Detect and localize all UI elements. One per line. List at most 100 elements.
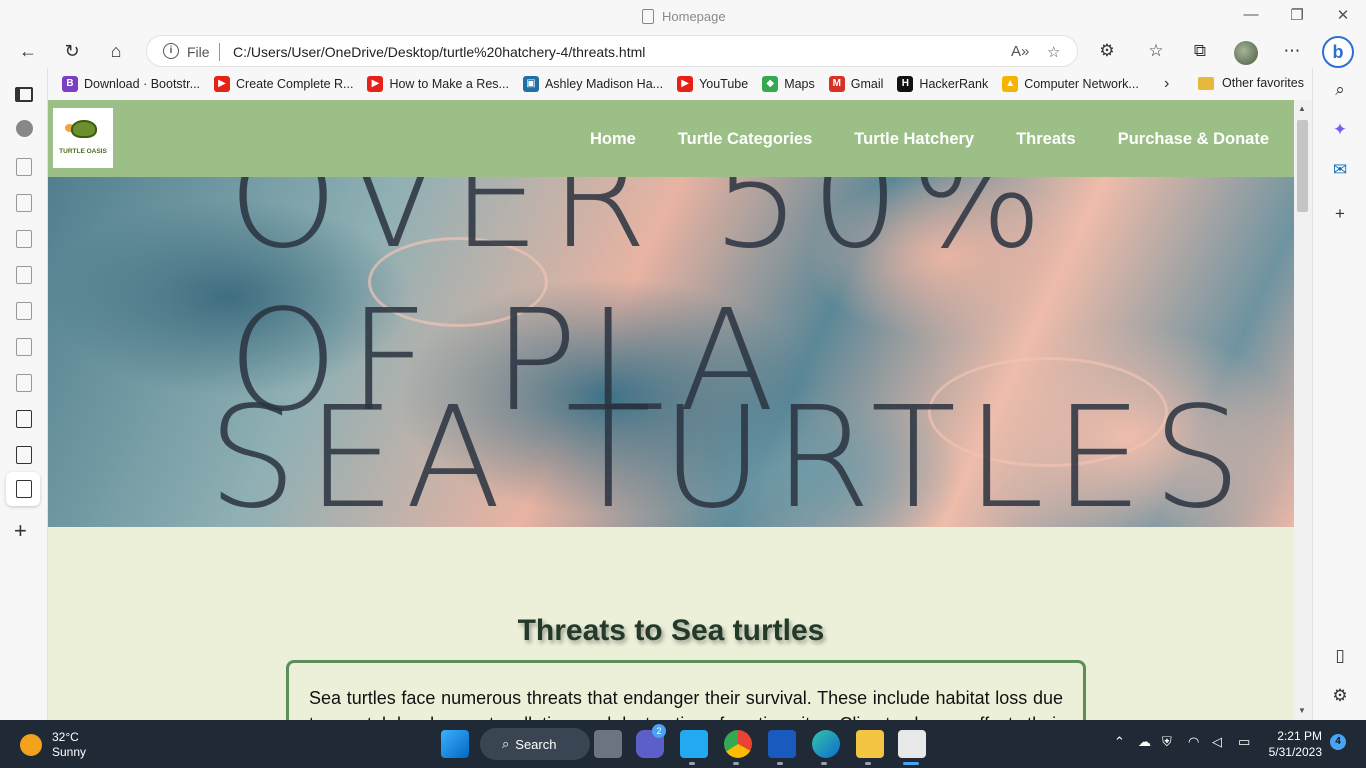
github-tab-icon[interactable] bbox=[16, 120, 33, 137]
page-tab-icon[interactable] bbox=[16, 410, 32, 428]
hero-text-bottom: SEA TURTLES HAVE TA bbox=[208, 377, 1252, 527]
site-menu-item[interactable]: Purchase & Donate bbox=[1118, 130, 1269, 149]
favorite-item[interactable]: ▶ How to Make a Res... bbox=[367, 76, 509, 92]
page-tab-icon[interactable] bbox=[16, 446, 32, 464]
scroll-down-icon[interactable]: ▼ bbox=[1298, 706, 1306, 715]
word-icon[interactable] bbox=[768, 730, 796, 758]
page-tab-icon[interactable] bbox=[16, 302, 32, 320]
battery-icon[interactable]: ▭ bbox=[1238, 734, 1250, 750]
home-button[interactable]: ⌂ bbox=[102, 38, 130, 64]
volume-icon[interactable]: ◁ bbox=[1212, 734, 1222, 750]
scroll-thumb[interactable] bbox=[1297, 120, 1308, 212]
start-button[interactable] bbox=[441, 730, 469, 758]
favorite-item[interactable]: B Download · Bootstr... bbox=[62, 76, 200, 92]
taskbar-search[interactable]: ⌕ Search bbox=[480, 728, 590, 760]
favorite-item[interactable]: ▶ Create Complete R... bbox=[214, 76, 353, 92]
favorite-label: Download · Bootstr... bbox=[84, 77, 201, 91]
logo-text: TURTLE OASIS bbox=[59, 148, 107, 155]
chevron-up-icon[interactable]: ⌃ bbox=[1114, 734, 1125, 750]
page-tab-icon[interactable] bbox=[16, 266, 32, 284]
running-indicator bbox=[689, 762, 695, 765]
site-menu: Home Turtle Categories Turtle Hatchery Thre… bbox=[590, 130, 1269, 149]
copilot-icon[interactable]: ✦ bbox=[1330, 120, 1350, 140]
running-indicator bbox=[733, 762, 739, 765]
vscode-icon[interactable] bbox=[680, 730, 708, 758]
page-tab-icon[interactable] bbox=[16, 158, 32, 176]
notification-badge[interactable]: 4 bbox=[1330, 734, 1346, 750]
favorite-item[interactable]: H HackerRank bbox=[897, 76, 988, 92]
back-button[interactable]: ← bbox=[14, 38, 42, 64]
page-tab-icon[interactable] bbox=[16, 374, 32, 392]
read-aloud-icon[interactable]: A» bbox=[1011, 43, 1029, 60]
favorite-item[interactable]: ▣ Ashley Madison Ha... bbox=[522, 76, 663, 92]
page-tab-icon bbox=[16, 480, 32, 498]
site-menu-item[interactable]: Threats bbox=[1016, 130, 1076, 149]
snipping-tool-icon[interactable] bbox=[898, 730, 926, 758]
favorite-label: Computer Network... bbox=[1024, 77, 1139, 91]
search-icon: ⌕ bbox=[502, 736, 510, 751]
restore-button[interactable]: ❐ bbox=[1282, 6, 1312, 24]
outlook-icon[interactable]: ✉ bbox=[1330, 160, 1350, 180]
site-menu-item[interactable]: Turtle Hatchery bbox=[854, 130, 974, 149]
info-icon[interactable]: i bbox=[163, 43, 179, 59]
page-scrollbar[interactable]: ▲ ▼ bbox=[1294, 100, 1312, 720]
address-separator bbox=[219, 43, 220, 61]
running-indicator bbox=[865, 762, 871, 765]
collections-icon[interactable]: ⧉ bbox=[1188, 41, 1212, 61]
window-title: Homepage bbox=[642, 9, 726, 24]
favorite-label: Create Complete R... bbox=[236, 77, 354, 91]
scroll-up-icon[interactable]: ▲ bbox=[1298, 104, 1306, 113]
title-bar: Homepage — ❐ ✕ bbox=[0, 0, 1366, 34]
minimize-button[interactable]: — bbox=[1236, 6, 1266, 23]
address-bar[interactable]: i File C:/Users/User/OneDrive/Desktop/tu… bbox=[146, 35, 1078, 67]
favorite-item[interactable]: ▶ YouTube bbox=[677, 76, 748, 92]
favorites-bar: B Download · Bootstr... ▶ Create Complete R… bbox=[48, 68, 1313, 100]
teams-badge: 2 bbox=[652, 724, 666, 738]
split-screen-icon[interactable]: ▯ bbox=[1330, 646, 1350, 666]
favorite-site-icon: ▲ bbox=[1002, 76, 1019, 92]
onedrive-icon[interactable]: ☁ bbox=[1138, 734, 1151, 750]
file-explorer-icon[interactable] bbox=[856, 730, 884, 758]
favorites-icon[interactable]: ☆ bbox=[1144, 41, 1168, 61]
wifi-icon[interactable]: ◠ bbox=[1188, 734, 1199, 750]
favorite-item[interactable]: ◆ Maps bbox=[762, 76, 815, 92]
bing-copilot-button[interactable]: b bbox=[1322, 36, 1354, 68]
clock[interactable]: 2:21 PM 5/31/2023 bbox=[1262, 728, 1322, 760]
chrome-icon[interactable] bbox=[724, 730, 752, 758]
favorite-site-icon: ◆ bbox=[762, 76, 779, 92]
favorite-label: HackerRank bbox=[919, 77, 989, 91]
new-tab-button[interactable]: + bbox=[14, 518, 27, 544]
vertical-tabs-rail: + bbox=[0, 68, 48, 720]
url-text[interactable]: C:/Users/User/OneDrive/Desktop/turtle%20… bbox=[233, 44, 645, 60]
favorites-more-icon[interactable]: › bbox=[1164, 75, 1169, 93]
task-view-icon[interactable] bbox=[594, 730, 622, 758]
page-tab-icon[interactable] bbox=[16, 338, 32, 356]
search-icon[interactable]: ⌕ bbox=[1330, 80, 1350, 100]
favorite-item[interactable]: ▲ Computer Network... bbox=[1002, 76, 1139, 92]
tab-actions-icon[interactable] bbox=[15, 87, 33, 102]
favorite-item[interactable]: M Gmail bbox=[828, 76, 883, 92]
favorite-site-icon: ▶ bbox=[367, 76, 384, 92]
weather-widget[interactable]: 32°C Sunny bbox=[20, 730, 86, 760]
page-tab-icon[interactable] bbox=[16, 230, 32, 248]
add-favorite-icon[interactable]: ☆ bbox=[1047, 43, 1060, 61]
sun-icon bbox=[20, 734, 42, 756]
page-tab-icon[interactable] bbox=[16, 194, 32, 212]
profile-avatar[interactable] bbox=[1234, 41, 1258, 65]
time: 2:21 PM bbox=[1277, 729, 1322, 743]
security-icon[interactable]: ⛨ bbox=[1162, 734, 1172, 750]
favorite-site-icon: M bbox=[828, 76, 845, 92]
refresh-button[interactable]: ↻ bbox=[58, 38, 86, 64]
teams-icon[interactable]: 2 bbox=[636, 724, 666, 758]
add-sidebar-app-icon[interactable]: + bbox=[1330, 204, 1350, 224]
more-menu-icon[interactable]: ⋯ bbox=[1280, 41, 1304, 61]
edge-icon[interactable] bbox=[812, 730, 840, 758]
site-menu-item[interactable]: Home bbox=[590, 130, 636, 149]
close-button[interactable]: ✕ bbox=[1328, 6, 1358, 24]
settings-icon[interactable]: ⚙ bbox=[1330, 686, 1350, 706]
site-logo[interactable]: TURTLE OASIS bbox=[53, 108, 113, 168]
extensions-icon[interactable]: ⚙ bbox=[1095, 41, 1119, 61]
site-menu-item[interactable]: Turtle Categories bbox=[678, 130, 812, 149]
active-tab[interactable] bbox=[6, 472, 40, 506]
other-favorites[interactable]: Other favorites bbox=[1198, 76, 1304, 90]
